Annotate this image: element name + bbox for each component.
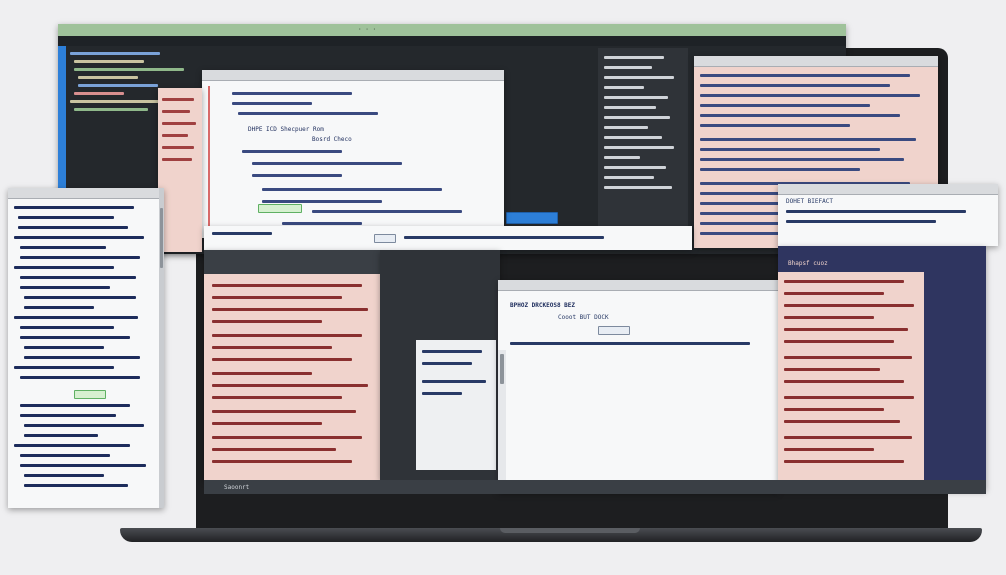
dialog-heading: DHPE ICD Shecpuer Rom [248, 126, 324, 133]
window-center-dialog[interactable]: BPHOZ DRCKEOS8 BEZ Cooot BUT DOCK [498, 280, 778, 492]
screen-bottom-bar: Saoonrt [204, 480, 986, 494]
bottom-bar-label: Saoonrt [224, 484, 250, 491]
window-left-pink[interactable] [158, 88, 202, 252]
center-scrollbar[interactable] [498, 350, 506, 492]
left-rule [208, 86, 210, 232]
center-dialog-title: BPHOZ DRCKEOS8 BEZ [510, 302, 576, 309]
titlebar [694, 56, 938, 67]
titlebar [778, 184, 998, 195]
window-left-list[interactable] [8, 188, 164, 508]
title-text: · · · [358, 26, 377, 33]
list-toggle[interactable] [74, 390, 106, 399]
dialog-button[interactable] [258, 204, 302, 213]
titlebar [202, 70, 504, 81]
center-dialog-button[interactable] [598, 326, 630, 335]
window-screen-editor[interactable] [380, 250, 500, 480]
window-right-sheet[interactable]: DOHET BIEFACT [778, 184, 998, 246]
navy-doc [778, 272, 924, 486]
tab-strip [58, 36, 846, 46]
dialog-subheading: Bosrd Checo [312, 136, 352, 143]
window-top-dialog[interactable]: DHPE ICD Shecpuer Rom Bosrd Checo [202, 70, 504, 238]
toolbar-button[interactable] [374, 234, 396, 243]
status-button[interactable] [506, 212, 558, 224]
sheet-label: DOHET BIEFACT [786, 198, 833, 205]
right-code-column [598, 48, 688, 248]
laptop-hinge-notch [500, 528, 640, 533]
titlebar [8, 188, 164, 199]
list-content [14, 204, 154, 504]
titlebar [498, 280, 778, 291]
right-dialog-tab: Bhapsf cuoz [788, 260, 828, 267]
list-scrollbar[interactable] [159, 188, 164, 508]
mini-panel [416, 340, 496, 470]
window-screen-pink[interactable] [204, 250, 380, 480]
window-screen-bar[interactable] [204, 226, 692, 250]
center-dialog-subtitle: Cooot BUT DOCK [558, 314, 609, 321]
window-navy-panel[interactable]: Bhapsf cuoz [778, 246, 986, 490]
